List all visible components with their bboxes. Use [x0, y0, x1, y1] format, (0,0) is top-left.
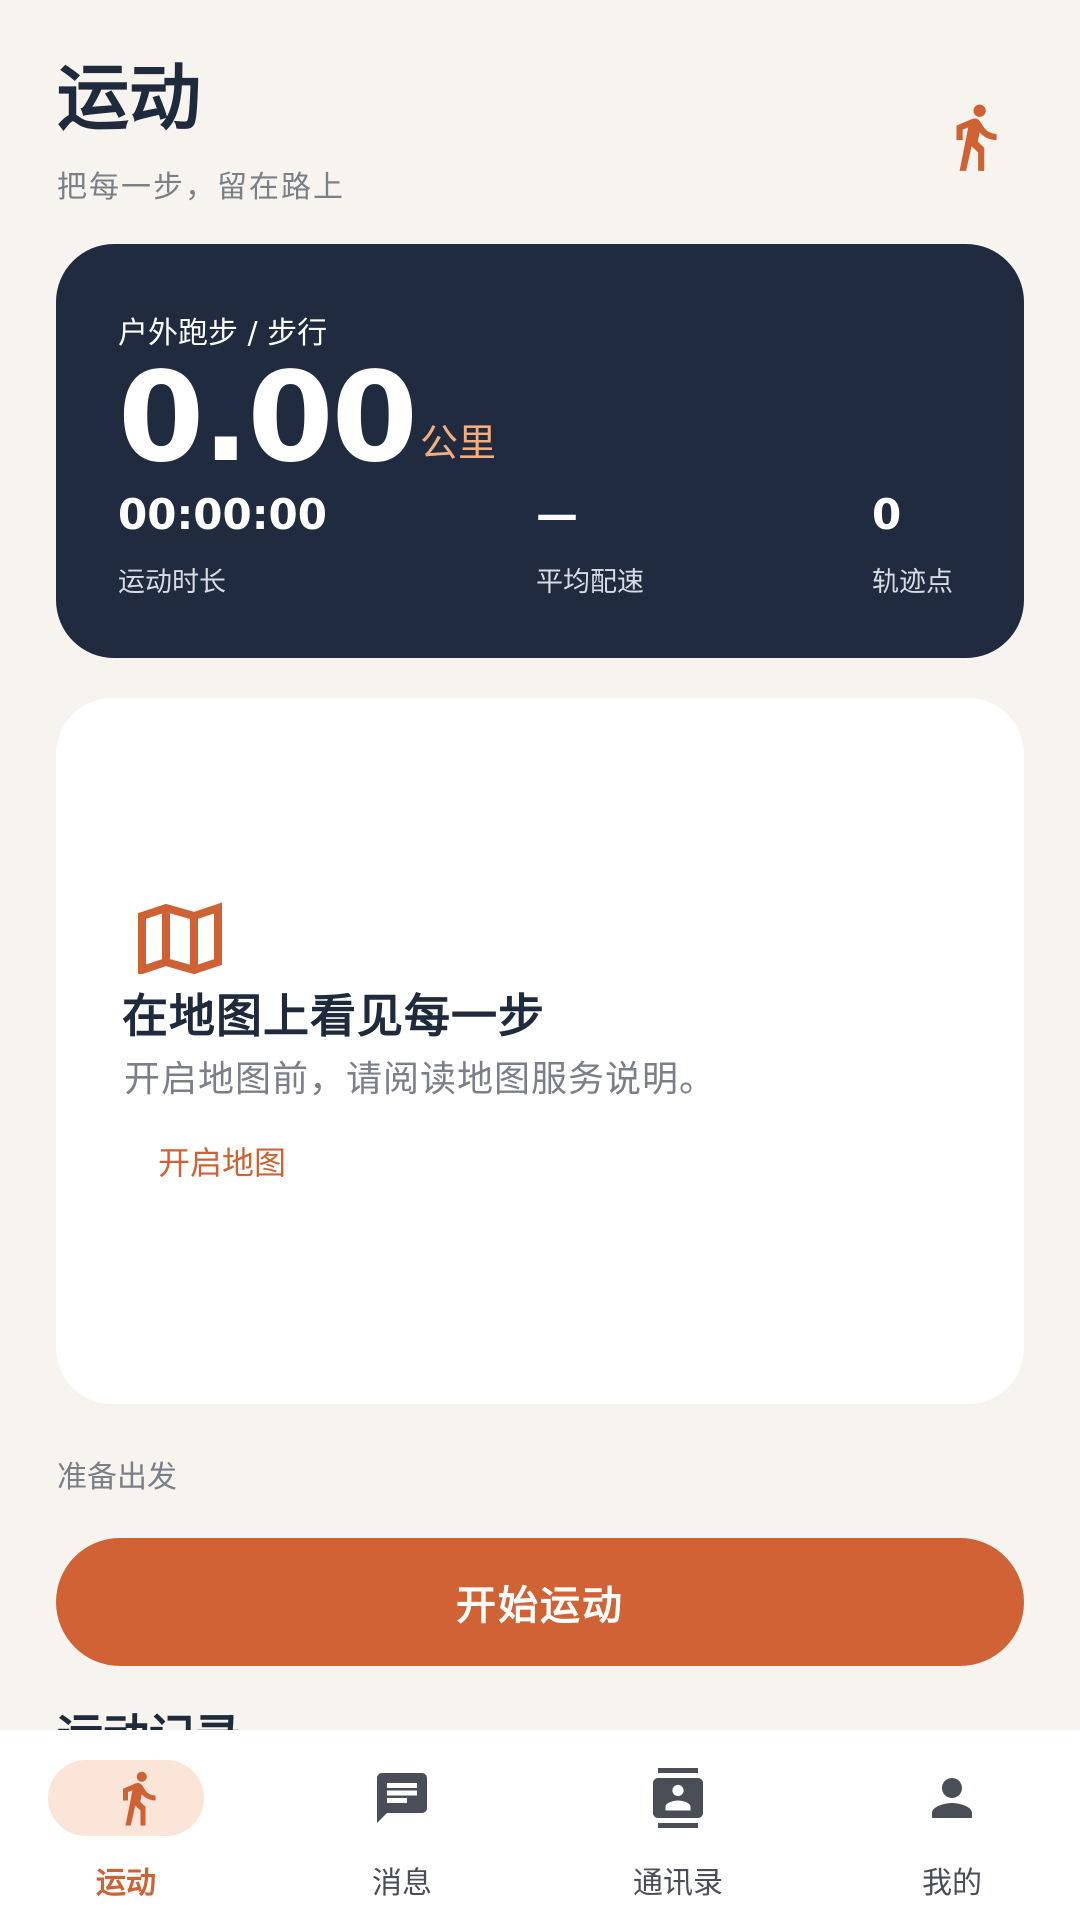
map-heading: 在地图上看见每一步	[122, 989, 545, 1043]
message-icon	[377, 1773, 427, 1823]
pace-value: —	[536, 490, 578, 539]
nav-item-contacts[interactable]: 通讯录	[578, 1760, 778, 1901]
nav-item-sports[interactable]: 运动	[38, 1760, 238, 1901]
enable-map-link[interactable]: 开启地图	[158, 1138, 286, 1184]
map-description: 开启地图前，请阅读地图服务说明。	[124, 1059, 717, 1100]
nav-label-sports: 运动	[96, 1866, 156, 1901]
nav-item-messages[interactable]: 消息	[302, 1760, 502, 1901]
duration-value: 00:00:00	[118, 490, 327, 539]
page-subtitle: 把每一步，留在路上	[57, 170, 345, 205]
contacts-icon	[653, 1768, 703, 1828]
nav-label-profile: 我的	[922, 1866, 982, 1901]
duration-label: 运动时长	[118, 567, 226, 598]
bottom-nav: 运动 消息 通讯录 我的	[0, 1730, 1080, 1920]
nav-item-profile[interactable]: 我的	[852, 1760, 1052, 1901]
track-points-label: 轨迹点	[872, 567, 953, 598]
pace-label: 平均配速	[536, 567, 644, 598]
sports-screen: 运动 把每一步，留在路上 户外跑步 / 步行 0.00 公里 00:00:00 …	[0, 0, 1080, 1920]
track-points-value: 0	[872, 490, 902, 539]
stats-card: 户外跑步 / 步行 0.00 公里 00:00:00 运动时长 — 平均配速 0…	[56, 244, 1024, 658]
map-icon	[138, 902, 222, 974]
runner-icon	[123, 1771, 156, 1826]
distance-unit: 公里	[420, 421, 497, 465]
runner-icon[interactable]	[938, 96, 1012, 178]
page-title: 运动	[57, 56, 202, 140]
map-card: 在地图上看见每一步 开启地图前，请阅读地图服务说明。 开启地图	[56, 698, 1024, 1404]
start-workout-button[interactable]: 开始运动	[56, 1538, 1024, 1666]
nav-label-messages: 消息	[372, 1866, 432, 1901]
distance-value: 0.00	[118, 346, 418, 490]
nav-label-contacts: 通讯录	[633, 1866, 723, 1901]
person-icon	[932, 1778, 972, 1818]
status-text: 准备出发	[57, 1460, 177, 1495]
